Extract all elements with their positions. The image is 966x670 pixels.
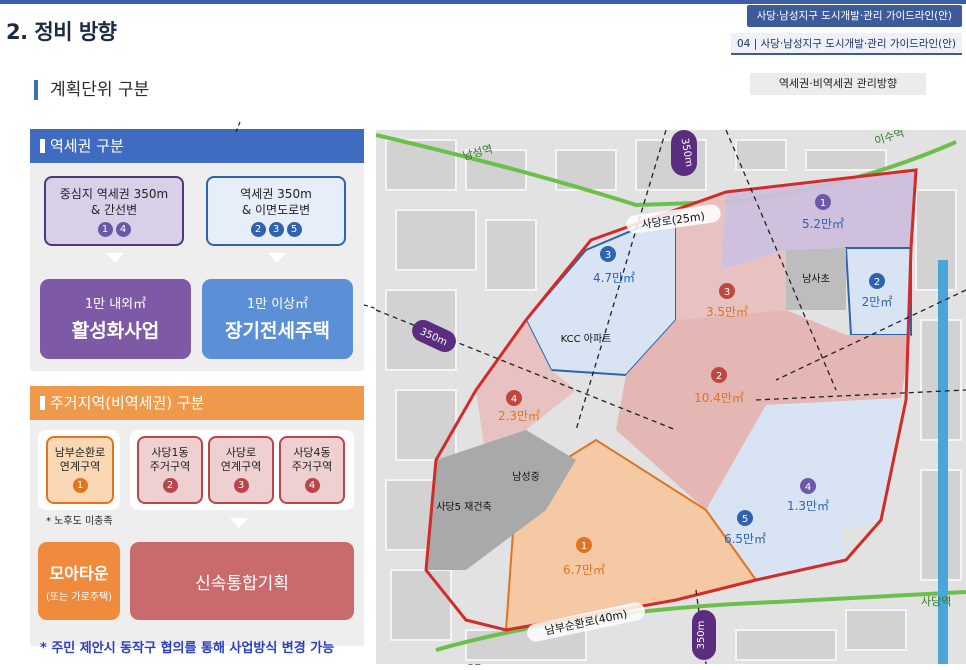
footnote: * 주민 제안시 동작구 협의를 통해 사업방식 변경 가능 [40,641,335,656]
residential-box-sadang4: 사당4동 주거구역 4 [279,436,345,504]
number-badge: 1 [97,222,113,237]
box-line1: 사당로 [225,446,257,459]
box-numbers: 4 [281,478,343,493]
zone-number: 1 [820,198,826,209]
box-line1: 사당4동 [293,446,331,459]
place-label-namsa: 남사초 [802,273,830,285]
zone-area: 4.7만㎡ [593,271,635,285]
box-line2: & 이면도로변 [241,203,311,217]
zone-number: 4 [805,482,811,493]
zone-area: 6.7만㎡ [563,563,605,577]
number-badge: 3 [268,222,284,237]
result-line1: 신속통합기획 [195,574,289,594]
zone-area: 5.2만㎡ [802,217,844,231]
zone-number: 3 [724,287,730,298]
result-line1: 모아타운 [49,564,109,583]
zone-area: 1.3만㎡ [787,499,829,513]
station-box-backroad: 역세권 350m & 이면도로변 2 3 5 [206,176,346,246]
box-line2: 연계구역 [59,460,101,473]
zone-number: 4 [511,394,517,405]
box-line1: 중심지 역세권 350m [59,187,169,201]
residential-box-southern-ring: 남부순환로 연계구역 1 [46,436,114,504]
box-note: * 노후도 미충족 [46,516,113,527]
box-line2: & 간선변 [90,203,138,217]
box-line1: 사당1동 [151,446,189,459]
place-label-namseong-ms: 남성중 [512,471,540,483]
station-area-panel: 역세권 구분 중심지 역세권 350m & 간선변 1 4 역세권 350m &… [30,129,364,371]
box-numbers: 1 4 [46,222,182,237]
residential-area-panel: 주거지역(비역세권) 구분 남부순환로 연계구역 1 * 노후도 미충족 사당1… [30,386,364,646]
residential-box-sadangro: 사당로 연계구역 3 [208,436,274,504]
station-label-sadang: 사당역 [921,595,951,608]
section-title: 2. 정비 방향 [6,20,117,44]
number-badge: 4 [115,222,131,237]
number-badge: 2 [250,222,266,237]
subheading: 계획단위 구분 [34,80,149,100]
down-arrow-icon [230,518,248,528]
map-caption: 역세권·비역세권 관리방향 [750,73,926,95]
site-map: 사당로(25m) 남부순환로(40m) 남성역 이수역 사당역 350m 350… [376,130,966,664]
box-line2: 주거구역 [291,460,333,473]
box-line2: 주거구역 [149,460,191,473]
result-line2: 장기전세주택 [225,320,330,342]
zone-area: 10.4만㎡ [694,391,744,405]
box-numbers: 2 [139,478,201,493]
box-numbers: 2 3 5 [208,222,344,237]
result-line2: 활성화사업 [71,320,160,342]
number-badge: 2 [162,478,178,493]
down-arrow-icon [268,253,286,263]
place-label-sadang5: 사당5 재건축 [436,501,492,513]
zone-number: 5 [742,514,748,525]
zone-area: 3.5만㎡ [706,305,748,319]
place-label-kcc: KCC 아파트 [561,333,612,345]
result-line2: (또는 가로주택) [45,592,113,603]
number-badge: 3 [233,478,249,493]
zone-number: 1 [581,541,587,552]
zone-area: 2.3만㎡ [498,409,540,423]
number-badge: 4 [304,478,320,493]
site-map-svg: 사당로(25m) 남부순환로(40m) 남성역 이수역 사당역 350m 350… [376,130,966,664]
box-line2: 연계구역 [220,460,262,473]
station-panel-title: 역세권 구분 [30,129,364,163]
zone-number: 2 [874,277,880,288]
radius-label: 350m [696,621,707,650]
zone-number: 2 [716,371,722,382]
residential-box-sadang1: 사당1동 주거구역 2 [137,436,203,504]
box-numbers: 3 [210,478,272,493]
header-tag-secondary: 04 | 사당·남성지구 도시개발·관리 가이드라인(안) [731,33,962,55]
result-line1: 1만 이상㎡ [246,297,309,312]
station-box-central: 중심지 역세권 350m & 간선변 1 4 [44,176,184,246]
zone-area: 6.5만㎡ [724,532,766,546]
number-badge: 1 [72,478,88,493]
box-line1: 남부순환로 [54,446,106,459]
result-activation-project: 1만 내외㎡ 활성화사업 [40,279,191,359]
box-numbers: 1 [48,478,112,493]
residential-panel-title: 주거지역(비역세권) 구분 [30,386,364,420]
result-line1: 1만 내외㎡ [84,297,147,312]
result-long-term-rental: 1만 이상㎡ 장기전세주택 [202,279,353,359]
down-arrow-icon [106,253,124,263]
header-tag-primary: 사당·남성지구 도시개발·관리 가이드라인(안) [746,5,962,27]
result-fast-track-planning: 신속통합기획 [130,542,354,620]
box-line1: 역세권 350m [240,187,312,201]
zone-blue-2 [844,247,912,336]
result-moa-town: 모아타운 (또는 가로주택) [38,542,120,620]
top-accent-line [0,0,966,4]
zone-area: 2만㎡ [862,295,893,309]
zone-number: 3 [605,250,611,261]
number-badge: 5 [286,222,302,237]
